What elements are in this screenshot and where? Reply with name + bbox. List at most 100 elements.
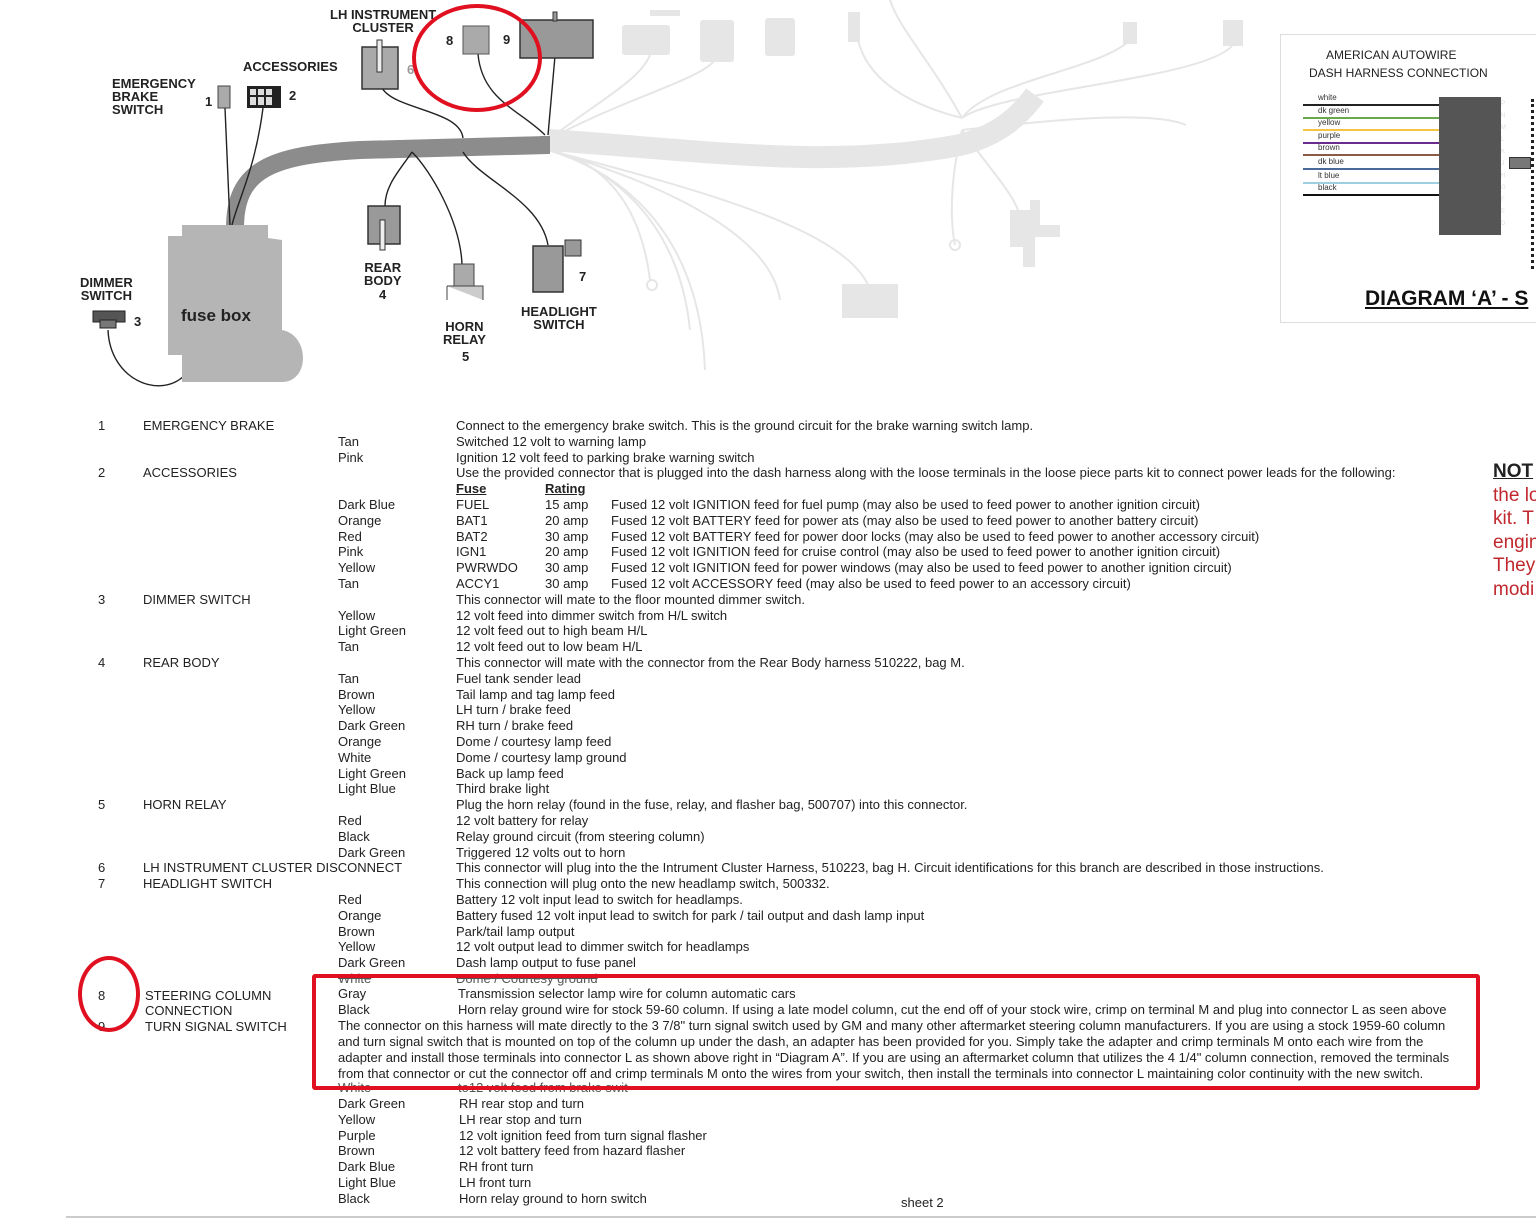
diagram-a-panel: AMERICAN AUTOWIRE DASH HARNESS CONNECTIO… (1280, 34, 1536, 323)
pin-letter: E (1501, 209, 1506, 215)
annotation-highlight-box (312, 974, 1480, 1090)
section-name: DIMMER SWITCH (143, 591, 251, 607)
pin-letter: P (1501, 101, 1506, 107)
fuse-box (168, 225, 303, 382)
section-description: This connection will plug onto the new h… (456, 876, 830, 892)
wire-description: Switched 12 volt to warning lamp (456, 433, 647, 449)
wire-color: Tan (338, 639, 359, 655)
lh-cluster-connector (361, 39, 399, 90)
footer-divider (66, 1216, 1536, 1218)
fuse-rating: 30 amp (545, 576, 589, 591)
dash-harness-connector (1439, 97, 1501, 235)
section-description: Use the provided connector that is plugg… (456, 465, 1396, 481)
ghost-harness (547, 0, 1243, 371)
label-horn-relay: HORN RELAY (443, 319, 486, 347)
fuse-description: Fused 12 volt BATTERY feed for power ats… (611, 512, 1199, 528)
section-number: 1 (98, 418, 106, 433)
wire-description: RH front turn (459, 1159, 534, 1175)
section-description: Plug the horn relay (found in the fuse, … (456, 797, 968, 813)
pin-letter: N (1501, 113, 1506, 119)
side-note: NOT the lo kit. T engin They modi (1493, 460, 1536, 601)
fuse-name: ACCY1 (456, 576, 500, 591)
wire-color: Yellow (338, 702, 376, 718)
wire-description: 12 volt feed out to high beam H/L (456, 623, 648, 639)
fuse-column-header: Fuse (456, 481, 487, 497)
wire-color: Light Green (338, 765, 406, 781)
wire-color: Pink (338, 544, 364, 560)
fuse-description: Fused 12 volt ACCESSORY feed (may also b… (611, 576, 1131, 591)
num-5: 5 (462, 349, 470, 364)
section-name: HEADLIGHT SWITCH (143, 876, 273, 892)
fuse-rating: 20 amp (545, 544, 589, 560)
label-fuse-box: fuse box (181, 306, 251, 325)
wire-description: Dome / courtesy lamp feed (456, 734, 612, 749)
num-1: 1 (205, 94, 213, 109)
wire-description: 12 volt feed into dimmer switch from H/L… (456, 607, 728, 623)
num-7: 7 (579, 269, 587, 284)
fuse-description: Fused 12 volt IGNITION feed for fuel pum… (611, 497, 1200, 512)
wire-description: Back up lamp feed (456, 765, 564, 781)
wire-description: 12 volt battery feed from hazard flasher (459, 1143, 686, 1159)
note-line: engin (1493, 531, 1536, 553)
pin-letter: L (1501, 137, 1505, 143)
wire-description: LH turn / brake feed (456, 702, 571, 718)
pin-letter: K (1501, 149, 1506, 155)
wire-color: Red (338, 892, 362, 907)
diagram-a-brand: AMERICAN AUTOWIRE (1326, 48, 1457, 62)
note-line: modi (1493, 578, 1535, 600)
wire-color: Brown (338, 923, 375, 939)
wire-label: dk green (1318, 106, 1350, 115)
wire-color: Dark Green (338, 844, 406, 860)
note-line: They (1493, 555, 1536, 576)
pin-letter: H (1501, 173, 1506, 179)
diagram-a-subtitle: DASH HARNESS CONNECTION (1309, 66, 1488, 80)
section-name-9: TURN SIGNAL SWITCH (145, 1019, 287, 1034)
harness-diagram (92, 0, 1243, 387)
section-description: This connector will mate with the connec… (456, 655, 965, 670)
pin-letter: G (1501, 185, 1506, 191)
fuse-rating: 30 amp (545, 560, 589, 576)
wire-label: brown (1318, 143, 1340, 152)
accessories-connector (247, 86, 281, 108)
section-name: LH INSTRUMENT CLUSTER DISCONNECT (143, 860, 403, 876)
fuse-description: Fused 12 volt IGNITION feed for cruise c… (611, 544, 1221, 560)
wire-line (1303, 168, 1443, 170)
wire-description: Fuel tank sender lead (456, 670, 582, 686)
wire-color: Light Blue (338, 1175, 396, 1190)
wire-description: Battery 12 volt input lead to switch for… (456, 892, 743, 907)
label-emergency-brake: EMERGENCY BRAKE SWITCH (112, 76, 196, 117)
note-line: the lo (1493, 484, 1536, 506)
wire-description: Tail lamp and tag lamp feed (456, 686, 615, 702)
pin-letter: D (1501, 221, 1506, 227)
wire-color: Brown (338, 1143, 375, 1159)
fuse-description: Fused 12 volt IGNITION feed for power wi… (611, 560, 1232, 576)
wire-color: Dark Blue (338, 1159, 396, 1175)
wire-label: purple (1318, 131, 1341, 140)
wire-description: Dash lamp output to fuse panel (456, 955, 636, 971)
label-dimmer-switch: DIMMER SWITCH (80, 275, 133, 303)
label-headlight-switch: HEADLIGHT SWITCH (521, 304, 597, 332)
wire-color: Orange (338, 512, 382, 528)
section-number: 2 (98, 465, 106, 481)
wire-description: Ignition 12 volt feed to parking brake w… (456, 449, 755, 465)
wire-color: Dark Green (338, 718, 406, 734)
fuse-rating: 20 amp (545, 512, 589, 528)
section-name: REAR BODY (143, 655, 220, 670)
wire-label: lt blue (1318, 171, 1340, 180)
wire-color: Orange (338, 734, 382, 749)
pin-letter: J (1501, 161, 1504, 167)
wire-description: Dome / courtesy lamp ground (456, 749, 627, 765)
annotation-circle-8 (78, 956, 140, 1032)
num-4: 4 (379, 287, 387, 302)
fuse-description: Fused 12 volt BATTERY feed for power doo… (611, 528, 1260, 544)
pin-letter: F (1501, 197, 1505, 203)
section-name: EMERGENCY BRAKE (143, 418, 275, 433)
fuse-name: BAT2 (456, 528, 488, 544)
wire-description: 12 volt battery for relay (456, 813, 589, 828)
wire-description: Battery fused 12 volt input lead to swit… (456, 907, 925, 923)
wire-description: Horn relay ground to horn switch (459, 1190, 647, 1206)
wire-description: 12 volt output lead to dimmer switch for… (456, 939, 750, 955)
annotation-circle-connectors (412, 4, 542, 112)
wire-color: Light Blue (338, 781, 396, 797)
wire-color: Purple (338, 1127, 376, 1143)
